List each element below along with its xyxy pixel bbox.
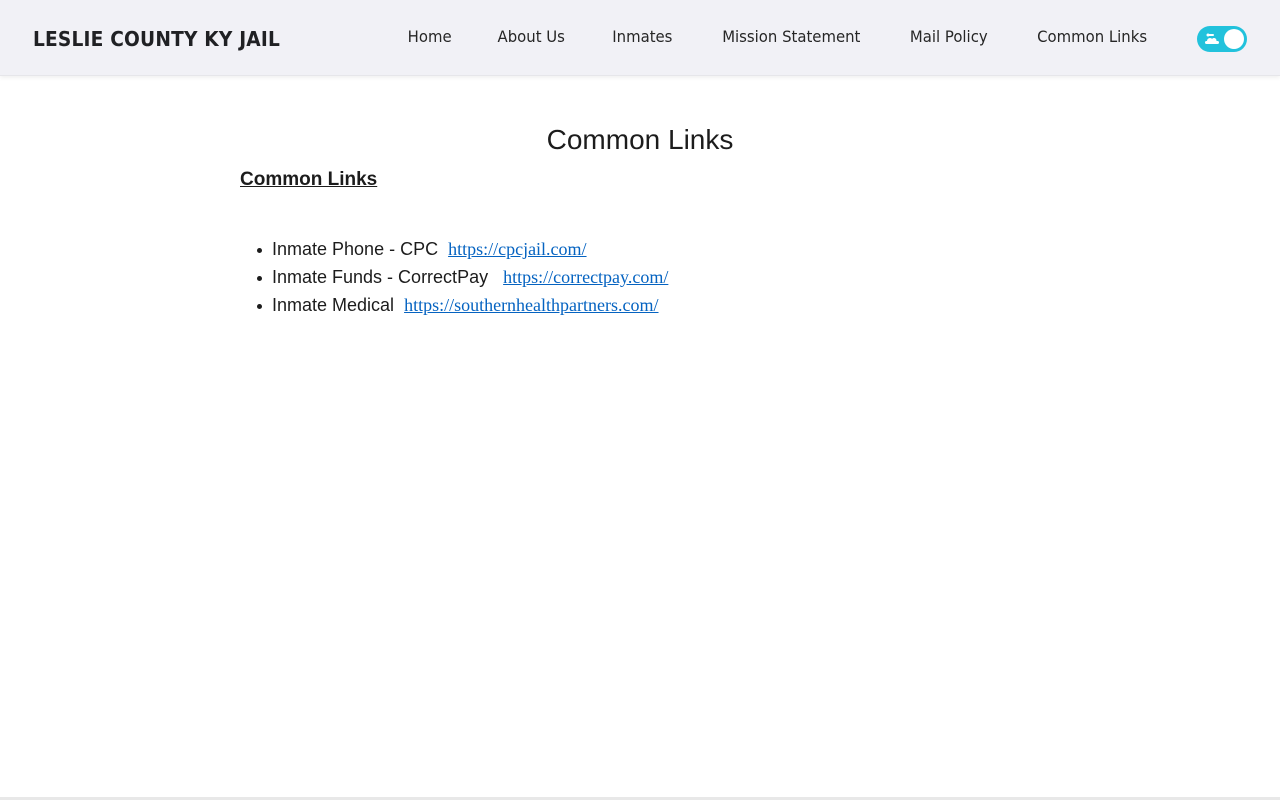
toggle-knob: [1224, 29, 1244, 49]
navbar: LESLIE COUNTY KY JAIL Home About Us Inma…: [0, 0, 1280, 76]
main-nav: Home About Us Inmates Mission Statement …: [406, 27, 1151, 46]
nav-common-links[interactable]: Common Links: [1037, 27, 1147, 46]
list-item: Inmate Medical https://southernhealthpart…: [240, 292, 668, 320]
link-label: Inmate Phone - CPC: [272, 239, 439, 259]
nav-inmates[interactable]: Inmates: [612, 27, 672, 46]
list-item: Inmate Phone - CPC https://cpcjail.com/: [240, 236, 668, 264]
nav-mission-statement[interactable]: Mission Statement: [722, 27, 860, 46]
cloud-icon: [1205, 33, 1219, 44]
theme-toggle[interactable]: [1197, 26, 1247, 52]
correctpay-link[interactable]: https://correctpay.com/: [503, 267, 668, 287]
nav-home[interactable]: Home: [408, 27, 452, 46]
page-title: Common Links: [546, 124, 734, 155]
list-item: Inmate Funds - CorrectPay https://correct…: [240, 264, 668, 292]
cpc-link[interactable]: https://cpcjail.com/: [448, 239, 586, 259]
site-brand[interactable]: LESLIE COUNTY KY JAIL: [33, 27, 280, 51]
common-links-list: Inmate Phone - CPC https://cpcjail.com/ I…: [240, 236, 668, 320]
link-label: Inmate Medical: [272, 295, 395, 315]
nav-mail-policy[interactable]: Mail Policy: [910, 27, 988, 46]
nav-about-us[interactable]: About Us: [498, 27, 565, 46]
southern-health-link[interactable]: https://southernhealthpartners.com/: [404, 295, 658, 315]
section-heading: Common Links: [240, 169, 378, 190]
link-label: Inmate Funds - CorrectPay: [272, 267, 489, 287]
